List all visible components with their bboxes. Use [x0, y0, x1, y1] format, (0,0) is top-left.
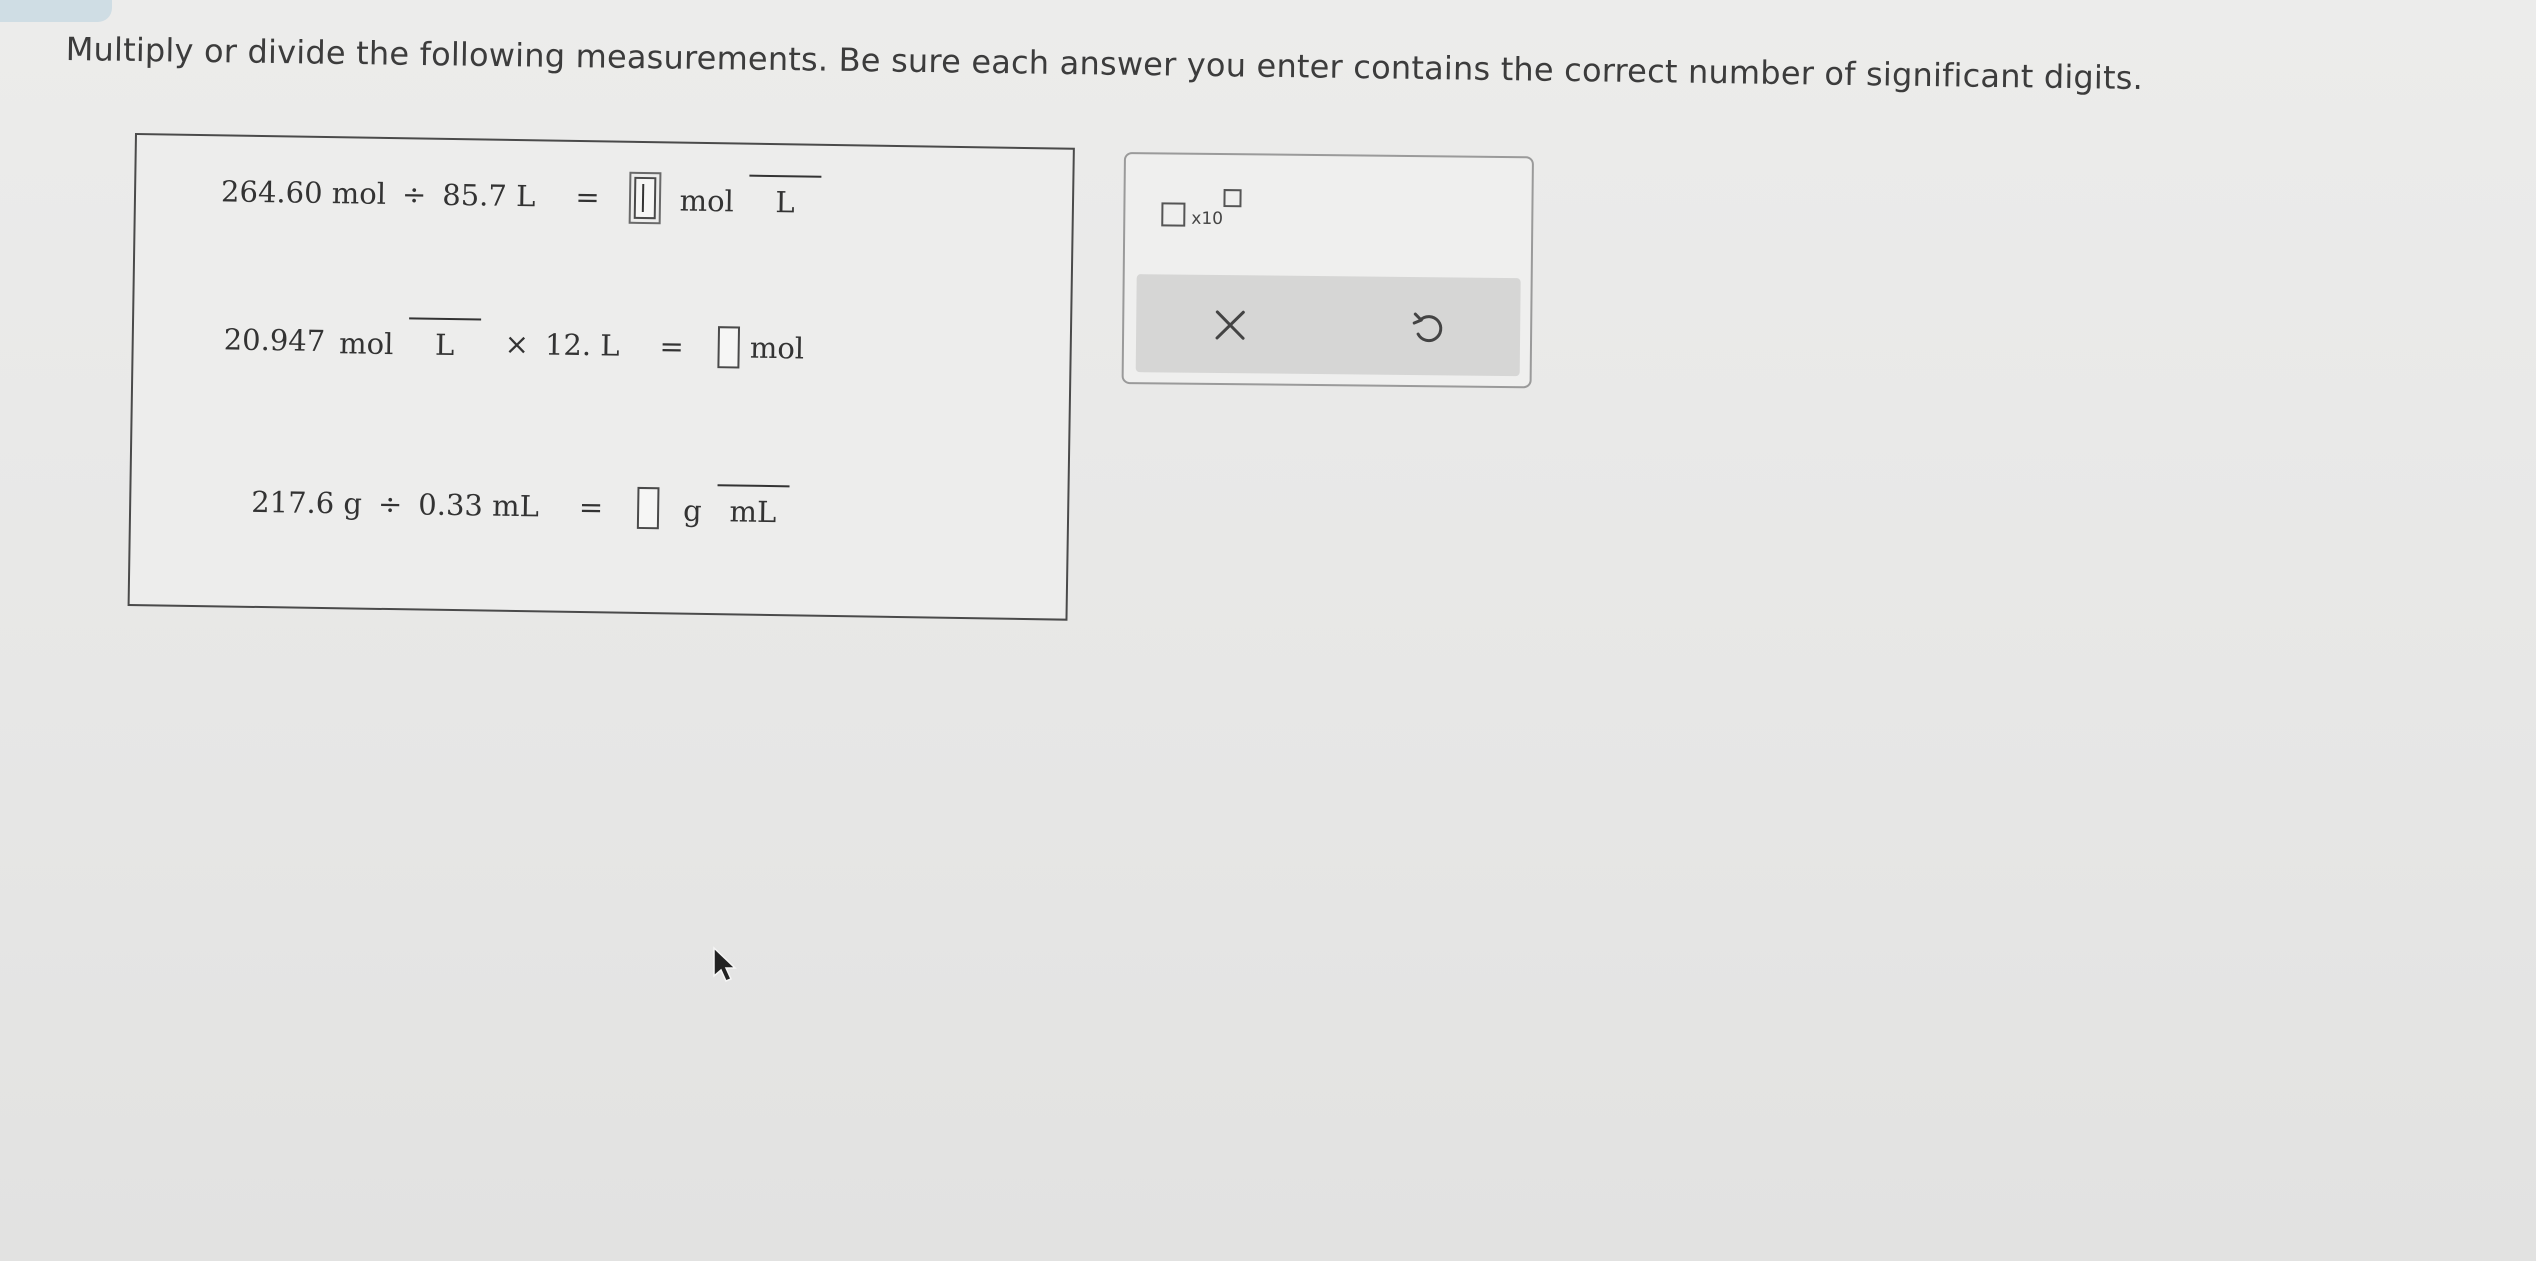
math-toolbar: x10	[1121, 152, 1534, 389]
instructions-text: Multiply or divide the following measure…	[65, 30, 2144, 98]
problem-1-operator: ÷	[401, 177, 427, 212]
problem-2-operator: ×	[504, 326, 530, 362]
answer-input-2[interactable]	[717, 326, 741, 369]
problem-2-value: 20.947	[223, 322, 326, 359]
problem-3-answer-unit: g mL	[677, 484, 790, 536]
problem-3-operator: ÷	[377, 486, 403, 522]
problem-3-left: 217.6 g	[250, 484, 363, 521]
problem-1-equals: =	[575, 179, 600, 215]
problem-2-value-unit-numerator: mol	[338, 326, 394, 362]
undo-button[interactable]	[1398, 299, 1459, 356]
close-icon	[1215, 310, 1245, 340]
x10-label: x10	[1191, 208, 1224, 230]
mantissa-box-icon	[1161, 202, 1186, 227]
problem-3-right: 0.33 mL	[418, 487, 540, 524]
problem-3-unit-denominator: mL	[716, 484, 790, 530]
answer-input-1[interactable]	[628, 171, 662, 225]
problem-3-unit-numerator: g	[682, 493, 702, 528]
problem-1-answer-unit: mol L	[673, 173, 822, 225]
top-tab-indicator	[0, 0, 112, 22]
undo-icon	[1412, 312, 1443, 343]
problem-box: 264.60 mol ÷ 85.7 L = mol L 20.947 mol L…	[127, 133, 1075, 621]
problem-1-unit-denominator: L	[748, 174, 822, 220]
problem-1-right: 85.7 L	[442, 177, 536, 214]
toolbar-action-bar	[1135, 274, 1521, 377]
problem-row-1: 264.60 mol ÷ 85.7 L = mol L	[221, 166, 830, 226]
scientific-notation-button[interactable]: x10	[1161, 188, 1262, 239]
clear-button[interactable]	[1200, 297, 1261, 354]
problem-2-right: 12. L	[544, 327, 620, 363]
problem-2-equals: =	[659, 329, 685, 364]
mouse-cursor-icon	[713, 946, 737, 982]
problem-1-left: 264.60 mol	[220, 174, 387, 211]
problem-row-3: 217.6 g ÷ 0.33 mL = g mL	[251, 477, 797, 536]
answer-input-3[interactable]	[636, 486, 660, 530]
problem-2-answer-unit: mol	[749, 330, 805, 366]
problem-row-2: 20.947 mol L × 12. L = mol	[223, 314, 804, 373]
problem-2-value-unit-denominator: L	[408, 317, 482, 363]
problem-3-equals: =	[578, 490, 604, 525]
exponent-box-icon	[1223, 189, 1242, 208]
problem-1-unit-numerator: mol	[679, 183, 735, 219]
problem-2-value-unit: mol L	[333, 316, 482, 368]
